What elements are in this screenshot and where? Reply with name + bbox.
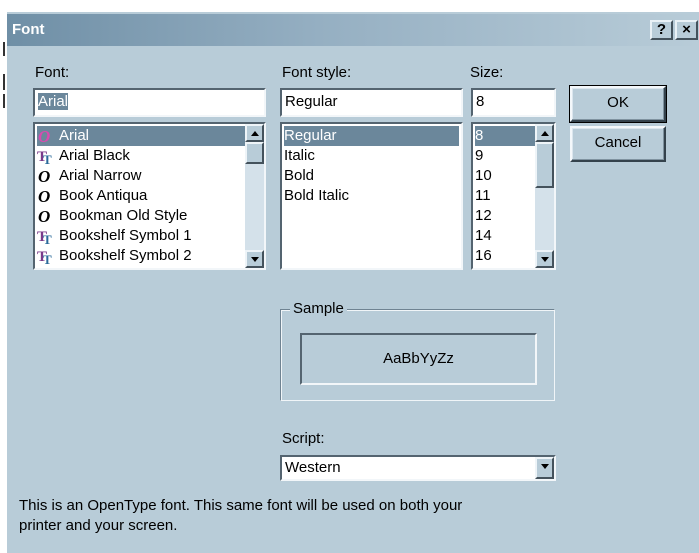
font-style-list[interactable]: Regular Italic Bold Bold Italic bbox=[280, 122, 463, 270]
list-item[interactable]: O Bookman Old Style bbox=[37, 206, 245, 226]
script-select[interactable]: Western bbox=[280, 455, 556, 481]
list-item-label: Arial Narrow bbox=[59, 167, 142, 184]
list-item[interactable]: 10 bbox=[475, 166, 535, 186]
chevron-down-icon bbox=[541, 464, 549, 469]
svg-text:T: T bbox=[43, 232, 52, 245]
opentype-font-icon: O bbox=[37, 127, 54, 146]
list-item-label: 12 bbox=[475, 207, 492, 224]
scroll-down-button[interactable] bbox=[245, 250, 264, 268]
list-item[interactable]: 16 bbox=[475, 246, 535, 266]
sample-label: Sample bbox=[290, 300, 347, 317]
sample-preview: AaBbYyZz bbox=[300, 333, 537, 385]
list-item[interactable]: 12 bbox=[475, 206, 535, 226]
svg-text:T: T bbox=[43, 252, 52, 265]
list-item-label: 9 bbox=[475, 147, 484, 164]
scroll-up-button[interactable] bbox=[245, 124, 264, 142]
description-line-1: This is an OpenType font. This same font… bbox=[19, 497, 463, 514]
close-button[interactable]: × bbox=[675, 20, 698, 40]
font-description: This is an OpenType font. This same font… bbox=[19, 496, 462, 536]
svg-text:O: O bbox=[38, 127, 50, 145]
svg-text:O: O bbox=[38, 207, 50, 225]
list-item-label: 16 bbox=[475, 247, 492, 264]
help-button[interactable]: ? bbox=[650, 20, 673, 40]
font-style-label: Font style: bbox=[282, 64, 352, 81]
size-label: Size: bbox=[470, 64, 504, 81]
background-window-strip bbox=[0, 0, 699, 12]
list-item[interactable]: O Book Antiqua bbox=[37, 186, 245, 206]
list-item-label: Italic bbox=[284, 147, 315, 164]
scroll-down-button[interactable] bbox=[535, 250, 554, 268]
ok-button[interactable]: OK bbox=[569, 85, 667, 123]
list-item[interactable]: 9 bbox=[475, 146, 535, 166]
svg-text:T: T bbox=[43, 152, 52, 165]
svg-text:O: O bbox=[38, 187, 50, 205]
opentype-font-icon: O bbox=[37, 187, 54, 206]
font-list[interactable]: O Arial T T Arial Black O Arial Narrow O Book An… bbox=[33, 122, 266, 270]
list-item-label: Book Antiqua bbox=[59, 187, 148, 204]
scroll-thumb[interactable] bbox=[535, 142, 554, 188]
list-item[interactable]: T T Arial Black bbox=[37, 146, 245, 167]
size-input[interactable]: 8 bbox=[471, 88, 556, 117]
truetype-font-icon: TT bbox=[37, 227, 54, 247]
list-item-label: Arial bbox=[59, 127, 90, 144]
list-item[interactable]: 11 bbox=[475, 186, 535, 206]
list-item-label: 11 bbox=[475, 187, 491, 204]
dialog-title: Font bbox=[12, 21, 45, 38]
script-dropdown-button[interactable] bbox=[535, 457, 554, 479]
list-item[interactable]: Regular bbox=[284, 126, 459, 146]
font-label: Font: bbox=[35, 64, 70, 81]
list-item-label: Bookshelf Symbol 2 bbox=[59, 247, 192, 264]
list-item-label: Bold bbox=[284, 167, 315, 184]
font-style-input[interactable]: Regular bbox=[280, 88, 463, 117]
list-item[interactable]: Bold Italic bbox=[284, 186, 459, 206]
truetype-font-icon: TT bbox=[37, 247, 54, 267]
size-list-scrollbar[interactable] bbox=[535, 124, 554, 268]
size-list[interactable]: 8 9 10 11 12 14 16 bbox=[471, 122, 556, 270]
list-item[interactable]: O Arial bbox=[37, 126, 245, 146]
list-item-label: Bookshelf Symbol 1 bbox=[59, 227, 192, 244]
font-list-scrollbar[interactable] bbox=[245, 124, 264, 268]
list-item[interactable]: Italic bbox=[284, 146, 459, 166]
list-item-label: 8 bbox=[475, 127, 484, 144]
background-window-edge bbox=[0, 12, 7, 553]
list-item-label: 14 bbox=[475, 227, 492, 244]
list-item-label: 10 bbox=[475, 167, 492, 184]
scroll-thumb[interactable] bbox=[245, 142, 264, 164]
description-line-2: printer and your screen. bbox=[19, 517, 178, 534]
script-value: Western bbox=[285, 459, 341, 476]
title-bar bbox=[7, 14, 699, 46]
list-item-label: Arial Black bbox=[59, 147, 130, 164]
list-item-label: Regular bbox=[284, 127, 337, 144]
truetype-font-icon: TT bbox=[37, 147, 54, 167]
list-item[interactable]: T T Bookshelf Symbol 2 bbox=[37, 246, 245, 267]
svg-text:O: O bbox=[38, 167, 50, 185]
cancel-button[interactable]: Cancel bbox=[570, 126, 666, 162]
list-item[interactable]: 8 bbox=[475, 126, 535, 146]
opentype-font-icon: O bbox=[37, 207, 54, 226]
scroll-up-button[interactable] bbox=[535, 124, 554, 142]
list-item-label: Bookman Old Style bbox=[59, 207, 188, 224]
list-item[interactable]: T T Bookshelf Symbol 1 bbox=[37, 226, 245, 247]
font-input-value: Arial bbox=[38, 93, 69, 110]
font-input[interactable]: Arial bbox=[33, 88, 266, 117]
script-label: Script: bbox=[282, 430, 325, 447]
list-item[interactable]: O Arial Narrow bbox=[37, 166, 245, 186]
list-item-label: Bold Italic bbox=[284, 187, 350, 204]
list-item[interactable]: Bold bbox=[284, 166, 459, 186]
opentype-font-icon: O bbox=[37, 167, 54, 186]
list-item[interactable]: 14 bbox=[475, 226, 535, 246]
